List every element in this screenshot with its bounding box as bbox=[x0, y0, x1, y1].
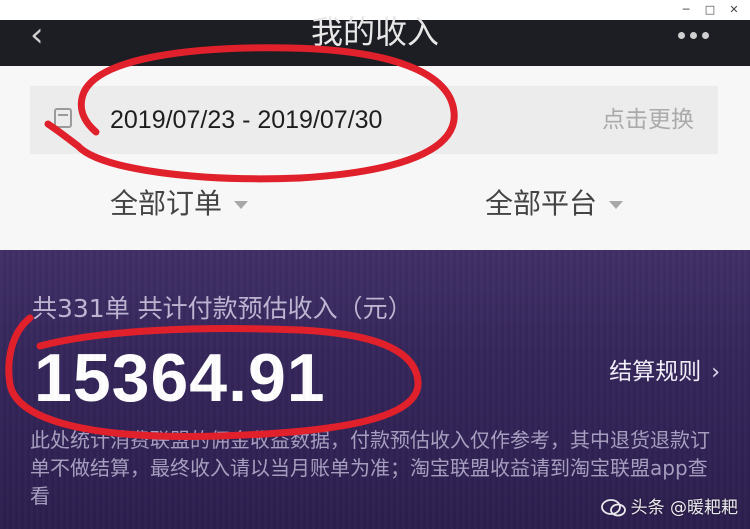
estimated-income-amount: 15364.91 bbox=[34, 340, 326, 416]
caret-down-icon bbox=[609, 201, 624, 209]
income-summary-card: 共331单 共计付款预估收入（元） 15364.91 结算规则 › 此处统计消费联… bbox=[0, 250, 750, 529]
page-title: 我的收入 bbox=[310, 13, 439, 51]
wechat-logo-icon bbox=[600, 499, 626, 517]
settlement-rules-link[interactable]: 结算规则 › bbox=[609, 356, 720, 389]
summary-label: 共331单 共计付款预估收入（元） bbox=[32, 294, 413, 323]
change-date-link[interactable]: 点击更换 bbox=[602, 104, 694, 136]
date-range-picker[interactable]: 2019/07/23 - 2019/07/30 点击更换 bbox=[30, 86, 718, 154]
date-range-value: 2019/07/23 - 2019/07/30 bbox=[110, 106, 383, 134]
watermark-text: 头条 @暖耙耙 bbox=[630, 498, 738, 518]
platform-filter-dropdown[interactable]: 全部平台 bbox=[485, 184, 624, 224]
watermark: 头条 @暖耙耙 bbox=[600, 497, 738, 519]
settlement-rules-label: 结算规则 bbox=[609, 359, 702, 385]
platform-filter-label: 全部平台 bbox=[485, 187, 598, 220]
calendar-icon bbox=[54, 108, 72, 128]
caret-down-icon bbox=[234, 201, 249, 209]
order-filter-label: 全部订单 bbox=[110, 187, 223, 220]
filter-section: 2019/07/23 - 2019/07/30 点击更换 全部订单 全部平台 bbox=[0, 66, 750, 250]
more-dots-icon[interactable] bbox=[678, 24, 718, 39]
app-header: ‹ 我的收入 bbox=[0, 14, 750, 66]
order-filter-dropdown[interactable]: 全部订单 bbox=[110, 184, 249, 224]
chevron-right-icon: › bbox=[711, 360, 720, 385]
